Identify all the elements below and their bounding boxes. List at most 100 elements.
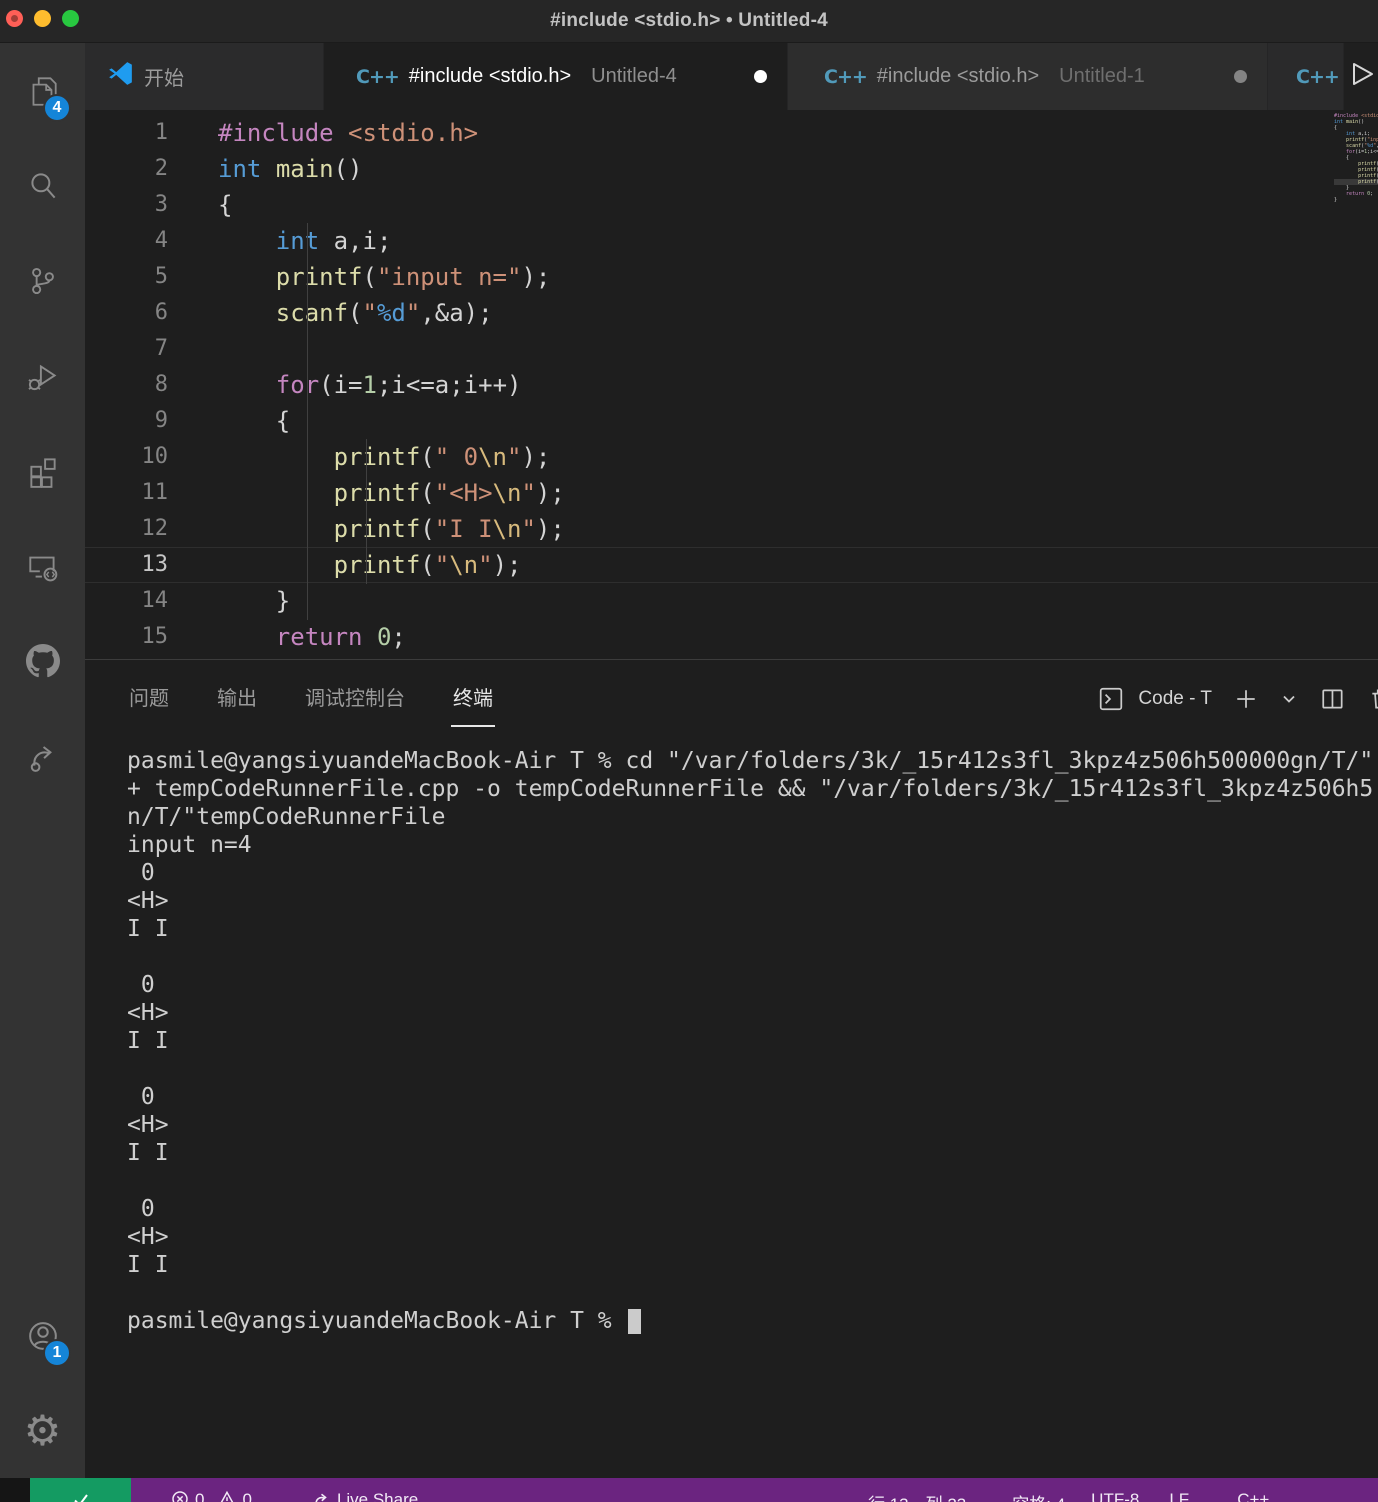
window-title: #include <stdio.h> • Untitled-4: [550, 10, 828, 31]
terminal-line: n/T/"tempCodeRunnerFile: [127, 804, 446, 830]
code-line: 14 }: [141, 587, 291, 615]
search-button[interactable]: [0, 138, 85, 233]
terminal-cursor: [627, 1309, 641, 1334]
status-right: 行 13，列 23 空格: 4 UTF-8 LF C++: [868, 1490, 1269, 1502]
editor-area: 开始 C++ #include <stdio.h> Untitled-4 C++…: [85, 43, 1378, 1478]
terminal-line: pasmile@yangsiyuandeMacBook-Air T %: [127, 1307, 1378, 1335]
activity-bar-spacer: [0, 803, 85, 1288]
code-lines: 1 #include <stdio.h> 2 int main() 3{4 int a,…: [85, 115, 1378, 655]
cpp-file-icon: C++: [824, 65, 868, 88]
close-button[interactable]: [6, 10, 23, 27]
code-line: 13 printf("\n");: [85, 547, 1378, 583]
accounts-badge: 1: [43, 1339, 71, 1367]
run-debug-icon: [25, 358, 61, 394]
github-button[interactable]: [0, 613, 85, 708]
minimize-button[interactable]: [34, 10, 51, 27]
code-line: 4 int a,i;: [154, 227, 392, 255]
code-line: 9 {: [154, 407, 291, 435]
editor-actions: [1344, 43, 1378, 110]
panel-actions: Code - T: [1098, 660, 1378, 738]
terminal-line: 0: [127, 860, 155, 886]
code-line: 12 printf("I I\n");: [141, 515, 565, 543]
accounts-button[interactable]: 1: [0, 1288, 85, 1383]
new-terminal-button[interactable]: [1234, 687, 1258, 711]
language-mode[interactable]: C++: [1237, 1490, 1269, 1502]
explorer-button[interactable]: 4: [0, 43, 85, 138]
code-line: 15 return 0;: [141, 623, 406, 651]
tab-label: #include <stdio.h>: [876, 65, 1040, 87]
terminal-line: <H>: [127, 888, 169, 914]
eol-sequence[interactable]: LF: [1169, 1490, 1189, 1502]
code-line: 1 #include <stdio.h>: [154, 119, 479, 147]
settings-button[interactable]: ⚙: [0, 1383, 85, 1478]
status-left: 0 0 Live Share: [171, 1490, 418, 1502]
run-debug-button[interactable]: [0, 328, 85, 423]
terminal-line: I I: [127, 1140, 169, 1166]
search-icon: [25, 168, 61, 204]
window-corner: [0, 1478, 30, 1502]
terminal-dropdown-chevron-icon[interactable]: [1280, 690, 1298, 708]
errors-indicator[interactable]: 0: [171, 1490, 204, 1502]
code-line: 7: [154, 336, 168, 361]
cpp-file-icon: C++: [1296, 65, 1340, 88]
remote-explorer-button[interactable]: [0, 518, 85, 613]
extensions-button[interactable]: [0, 423, 85, 518]
zoom-button[interactable]: [62, 10, 79, 27]
tab-filename: Untitled-4: [591, 65, 677, 87]
terminal-line: + tempCodeRunnerFile.cpp -o tempCodeRunn…: [127, 776, 1374, 802]
titlebar: #include <stdio.h> • Untitled-4: [0, 0, 1378, 43]
terminal-line: pasmile@yangsiyuandeMacBook-Air T % cd "…: [127, 748, 1374, 774]
bottom-panel: 问题 输出 调试控制台 终端 Code - T pasmile@yangsiyu…: [85, 659, 1378, 1478]
code-line: 10 printf(" 0\n");: [141, 443, 551, 471]
tab-filename: Untitled-1: [1059, 65, 1145, 87]
indentation[interactable]: 空格: 4: [1012, 1490, 1065, 1502]
minimap[interactable]: #include <stdio.h>int main(){ int a,i; p…: [1330, 110, 1378, 659]
cursor-position[interactable]: 行 13，列 23: [868, 1490, 966, 1502]
tab-label: #include <stdio.h>: [408, 65, 572, 87]
terminal-process-icon: [1098, 686, 1124, 712]
run-code-button[interactable]: [1345, 58, 1377, 95]
modified-dot-icon[interactable]: [1234, 70, 1247, 83]
extensions-icon: [25, 453, 61, 489]
tab-welcome[interactable]: 开始: [85, 43, 324, 110]
split-terminal-button[interactable]: [1320, 686, 1346, 712]
code-editor[interactable]: 1 #include <stdio.h> 2 int main() 3{4 int a,…: [85, 110, 1378, 659]
minimap-line: }: [1334, 197, 1338, 203]
terminal-line: <H>: [127, 1000, 169, 1026]
panel-tab-problems[interactable]: 问题: [127, 672, 171, 727]
panel-tab-terminal[interactable]: 终端: [451, 672, 495, 727]
remote-indicator[interactable]: [30, 1478, 131, 1502]
tab-truncated[interactable]: C++ #: [1268, 43, 1344, 110]
terminal-output[interactable]: pasmile@yangsiyuandeMacBook-Air T % cd "…: [85, 738, 1378, 1478]
terminal-line: 0: [127, 1084, 155, 1110]
source-control-button[interactable]: [0, 233, 85, 328]
github-icon: [25, 643, 60, 678]
explorer-badge: 4: [43, 94, 71, 122]
tab-bar: 开始 C++ #include <stdio.h> Untitled-4 C++…: [85, 43, 1378, 110]
source-control-icon: [25, 263, 61, 299]
terminal-title[interactable]: Code - T: [1138, 688, 1212, 710]
indent-guide: [366, 439, 367, 584]
code-line: 3{: [154, 191, 233, 219]
panel-tab-output[interactable]: 输出: [215, 672, 259, 727]
indent-guide: [307, 223, 308, 620]
tab-untitled-4[interactable]: C++ #include <stdio.h> Untitled-4: [324, 43, 788, 110]
terminal-line: I I: [127, 1028, 169, 1054]
encoding[interactable]: UTF-8: [1091, 1490, 1139, 1502]
code-line: 8 for(i=1;i<=a;i++): [154, 371, 522, 399]
terminal-line: 0: [127, 972, 155, 998]
panel-tab-debug-console[interactable]: 调试控制台: [303, 672, 407, 727]
kill-terminal-button[interactable]: [1368, 686, 1378, 712]
check-icon: [71, 1490, 91, 1502]
code-line: 5 printf("input n=");: [154, 263, 551, 291]
window-controls: [6, 10, 79, 27]
tab-untitled-1[interactable]: C++ #include <stdio.h> Untitled-1: [788, 43, 1268, 110]
warnings-indicator[interactable]: 0: [218, 1490, 252, 1502]
live-share-button[interactable]: [0, 708, 85, 803]
live-share-status[interactable]: Live Share: [312, 1490, 418, 1502]
modified-dot-icon[interactable]: [754, 70, 767, 83]
